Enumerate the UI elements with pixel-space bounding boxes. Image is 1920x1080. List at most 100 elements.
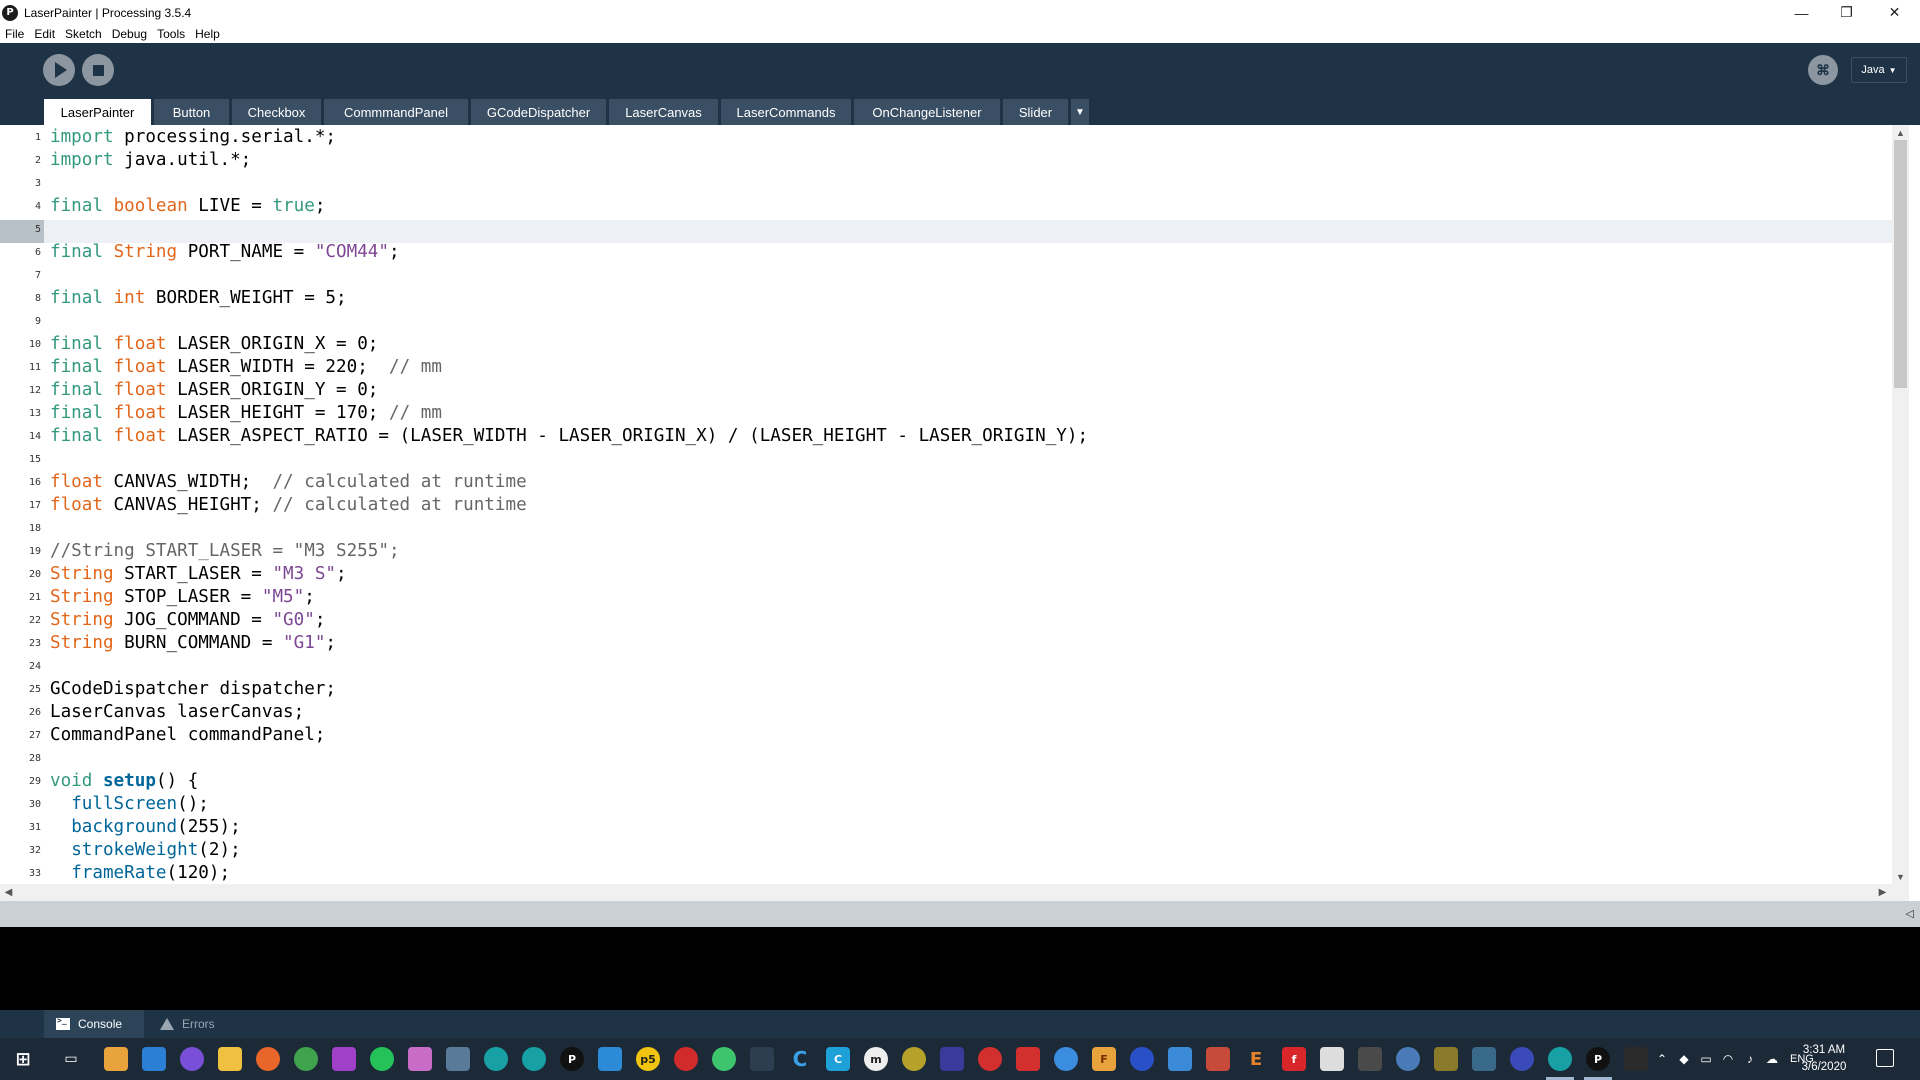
minimize-button[interactable]: — xyxy=(1779,0,1824,25)
audio-app-icon[interactable] xyxy=(408,1047,432,1071)
m-app-icon[interactable]: m xyxy=(864,1047,888,1071)
flash-app-icon[interactable]: f xyxy=(1282,1047,1306,1071)
firefox-icon[interactable] xyxy=(256,1047,280,1071)
tab-lasercanvas[interactable]: LaserCanvas xyxy=(609,99,718,125)
tab-slider[interactable]: Slider xyxy=(1003,99,1068,125)
tab-checkbox[interactable]: Checkbox xyxy=(232,99,321,125)
tab-overflow-menu[interactable]: ▼ xyxy=(1071,99,1089,125)
code-token: final xyxy=(50,380,114,400)
code-token: START_LASER = xyxy=(113,564,273,584)
processing-running-icon[interactable]: P xyxy=(1586,1047,1610,1071)
close-button[interactable]: ✕ xyxy=(1872,0,1917,25)
menu-debug[interactable]: Debug xyxy=(107,27,152,41)
wifi-icon[interactable]: ◠ xyxy=(1720,1051,1736,1067)
code-text-area[interactable]: import processing.serial.*; import java.u… xyxy=(50,125,1890,882)
android-studio-icon[interactable] xyxy=(712,1047,736,1071)
terminal-app-icon[interactable] xyxy=(750,1047,774,1071)
vertical-scrollbar[interactable]: ▲ ▼ xyxy=(1892,125,1909,884)
menu-sketch[interactable]: Sketch xyxy=(60,27,107,41)
chevron-up-icon[interactable]: ⌃ xyxy=(1654,1051,1670,1067)
scroll-left-arrow[interactable]: ◀ xyxy=(0,884,17,901)
volume-icon[interactable]: ♪ xyxy=(1742,1051,1758,1067)
dropbox-icon[interactable]: ◆ xyxy=(1676,1051,1692,1067)
menu-file[interactable]: File xyxy=(0,27,29,41)
tab-lasercommands[interactable]: LaserCommands xyxy=(721,99,851,125)
star-app-icon[interactable] xyxy=(1016,1047,1040,1071)
tab-errors[interactable]: Errors xyxy=(148,1010,238,1038)
tab-commmandpanel[interactable]: CommmandPanel xyxy=(324,99,468,125)
arduino-alt-icon[interactable] xyxy=(522,1047,546,1071)
file-explorer-icon[interactable] xyxy=(218,1047,242,1071)
clock[interactable]: 3:31 AM 3/6/2020 xyxy=(1794,1042,1854,1076)
scroll-right-arrow[interactable]: ▶ xyxy=(1874,884,1891,901)
tab-console[interactable]: Console xyxy=(44,1010,144,1038)
c-app-icon[interactable]: C xyxy=(788,1047,812,1071)
clock-time: 3:31 AM xyxy=(1802,1044,1846,1056)
e-app-icon[interactable]: E xyxy=(1244,1047,1268,1071)
cloud-icon[interactable]: ☁ xyxy=(1764,1051,1780,1067)
line-number: 14 xyxy=(28,431,41,442)
star-tool-icon[interactable] xyxy=(1434,1047,1458,1071)
mode-selector[interactable]: Java ▼ xyxy=(1851,57,1907,83)
menu-edit[interactable]: Edit xyxy=(29,27,60,41)
tool-app-icon[interactable] xyxy=(446,1047,470,1071)
game-app-icon[interactable] xyxy=(902,1047,926,1071)
cmd-icon[interactable] xyxy=(1624,1047,1648,1071)
c-app-alt-icon[interactable]: C xyxy=(826,1047,850,1071)
tab-laserpainter[interactable]: LaserPainter xyxy=(44,99,151,125)
whatsapp-icon[interactable] xyxy=(370,1047,394,1071)
code-token: fullScreen xyxy=(71,794,178,814)
code-editor[interactable]: 1 2 3 4 5 6 7 8 9 10 11 12 13 14 15 16 17 18 19 20 21 22 23 24 2… xyxy=(0,125,1920,884)
code-token: // calculated at runtime xyxy=(272,495,527,515)
horizontal-scrollbar[interactable]: ◀ ▶ xyxy=(0,884,1909,901)
tab-console-label: Console xyxy=(78,1017,123,1031)
bluetooth-icon[interactable] xyxy=(1054,1047,1078,1071)
console-output[interactable] xyxy=(0,927,1920,1010)
stop-button[interactable] xyxy=(82,54,114,86)
chrome-icon[interactable] xyxy=(294,1047,318,1071)
edge-icon[interactable] xyxy=(1168,1047,1192,1071)
opera-icon[interactable] xyxy=(674,1047,698,1071)
code-token: STOP_LASER = xyxy=(113,587,262,607)
code-token: CANVAS_WIDTH; xyxy=(102,472,273,492)
tab-gcodedispatcher[interactable]: GCodeDispatcher xyxy=(471,99,606,125)
tab-onchangelistener[interactable]: OnChangeListener xyxy=(854,99,1000,125)
cortana-icon[interactable] xyxy=(180,1047,204,1071)
flask-app-icon[interactable] xyxy=(1472,1047,1496,1071)
globe-app-icon[interactable] xyxy=(1396,1047,1420,1071)
teams-icon[interactable] xyxy=(332,1047,356,1071)
windows-start-icon[interactable]: ⊞ xyxy=(11,1047,35,1071)
document-app-icon[interactable] xyxy=(1320,1047,1344,1071)
f-app-icon[interactable]: F xyxy=(1092,1047,1116,1071)
unity-icon[interactable] xyxy=(1358,1047,1382,1071)
code-token: void xyxy=(50,771,93,791)
store-icon[interactable] xyxy=(104,1047,128,1071)
run-button[interactable] xyxy=(43,54,75,86)
status-bar: ◁ xyxy=(0,901,1920,927)
vscode-icon[interactable] xyxy=(598,1047,622,1071)
gem-app-icon[interactable] xyxy=(1206,1047,1230,1071)
code-line: final int BORDER_WEIGHT = 5; xyxy=(50,287,1890,310)
task-view-icon[interactable]: ▭ xyxy=(59,1047,83,1071)
menu-tools[interactable]: Tools xyxy=(152,27,190,41)
media-app-icon[interactable] xyxy=(1130,1047,1154,1071)
bird-app-icon[interactable] xyxy=(978,1047,1002,1071)
scroll-up-arrow[interactable]: ▲ xyxy=(1892,125,1909,140)
arduino-running-icon[interactable] xyxy=(1548,1047,1572,1071)
desktop-app-icon[interactable] xyxy=(142,1047,166,1071)
notification-icon[interactable] xyxy=(1876,1049,1894,1067)
arduino-icon[interactable] xyxy=(484,1047,508,1071)
vertical-scroll-thumb[interactable] xyxy=(1894,140,1907,388)
scroll-down-arrow[interactable]: ▼ xyxy=(1892,869,1909,884)
ide-app-icon[interactable] xyxy=(940,1047,964,1071)
restore-button[interactable]: ❐ xyxy=(1824,0,1869,25)
code-token: LASER_HEIGHT = 170; xyxy=(166,403,389,423)
tab-button[interactable]: Button xyxy=(154,99,229,125)
battery-icon[interactable]: ▭ xyxy=(1698,1051,1714,1067)
p5-icon[interactable]: p5 xyxy=(636,1047,660,1071)
menu-help[interactable]: Help xyxy=(190,27,225,41)
processing-icon[interactable]: P xyxy=(560,1047,584,1071)
eclipse-icon[interactable] xyxy=(1510,1047,1534,1071)
debugger-toggle-icon[interactable]: ⌘ xyxy=(1808,55,1838,85)
collapse-console-icon[interactable]: ◁ xyxy=(1906,907,1914,920)
